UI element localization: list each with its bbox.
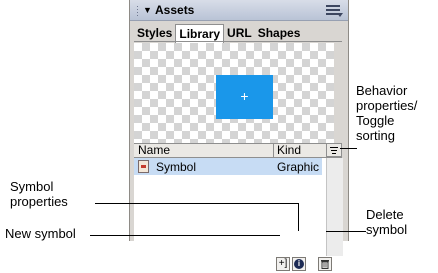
- tab-shapes[interactable]: Shapes: [255, 24, 304, 42]
- gripper-icon[interactable]: [136, 5, 139, 16]
- panel-options-icon[interactable]: [326, 5, 343, 17]
- column-divider[interactable]: [273, 144, 274, 157]
- callout-behavior-properties: Behavior properties/ Toggle sorting: [356, 83, 418, 143]
- panel-titlebar[interactable]: ▼ Assets: [130, 0, 348, 21]
- callout-new-symbol: New symbol: [5, 226, 76, 241]
- callout-delete-symbol: Delete symbol: [366, 207, 408, 237]
- sort-toggle-icon[interactable]: [326, 143, 342, 157]
- symbol-name: Symbol: [156, 160, 197, 174]
- tab-styles[interactable]: Styles: [134, 24, 175, 42]
- new-symbol-icon: +]: [278, 258, 288, 269]
- symbol-properties-button[interactable]: i: [292, 257, 306, 271]
- assets-panel: ▼ Assets Styles Library URL Shapes + Nam…: [129, 0, 349, 271]
- new-symbol-button[interactable]: +]: [276, 257, 290, 271]
- leader-line-delete: [326, 231, 366, 232]
- leader-line-properties: [95, 203, 298, 204]
- delete-symbol-button[interactable]: [318, 257, 332, 271]
- list-header: Name Kind: [134, 143, 342, 158]
- tab-divider: [134, 41, 342, 42]
- vertical-scrollbar[interactable]: [326, 158, 343, 256]
- leader-line-behavior: [340, 148, 357, 149]
- leader-line-new-symbol: [90, 235, 280, 236]
- graphic-symbol-icon: [138, 160, 149, 173]
- column-header-name[interactable]: Name: [138, 144, 170, 157]
- trash-icon: [321, 260, 329, 269]
- symbol-thumbnail: +: [216, 75, 273, 119]
- panel-title: Assets: [155, 3, 195, 17]
- info-icon: i: [294, 259, 304, 269]
- list-item[interactable]: Symbol Graphic: [134, 158, 322, 175]
- collapse-arrow-icon[interactable]: ▼: [143, 6, 152, 15]
- leader-line-properties-vertical: [298, 203, 299, 231]
- symbol-preview-area: +: [134, 43, 334, 143]
- asset-tabs: Styles Library URL Shapes: [134, 24, 304, 44]
- callout-symbol-properties: Symbol properties: [10, 179, 68, 209]
- column-header-kind[interactable]: Kind: [277, 144, 301, 157]
- tab-url[interactable]: URL: [224, 24, 255, 42]
- symbol-kind: Graphic: [277, 160, 320, 174]
- crosshair-icon: +: [240, 88, 249, 105]
